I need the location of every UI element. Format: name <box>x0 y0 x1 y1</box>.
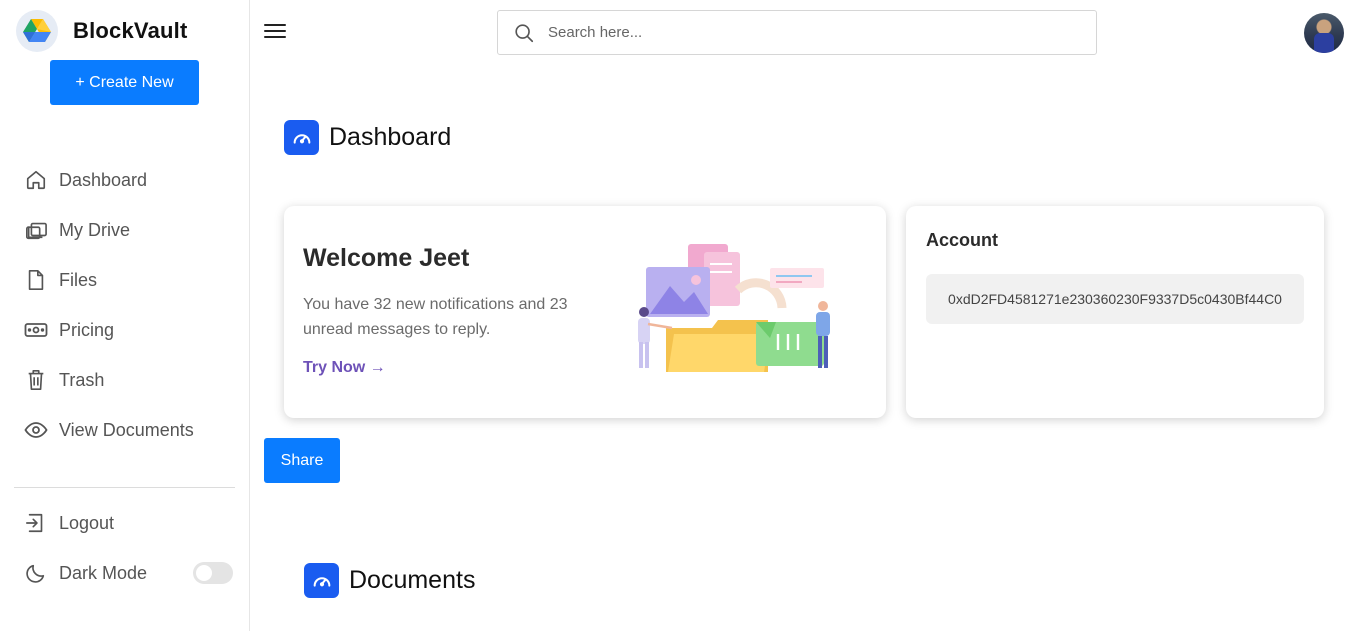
dashboard-header: Dashboard <box>284 120 451 155</box>
google-drive-logo-icon <box>16 10 58 52</box>
sidebar-item-label: Trash <box>59 369 105 390</box>
welcome-heading: Welcome Jeet <box>303 244 470 272</box>
account-card: Account 0xdD2FD4581271e230360230F9337D5c… <box>906 206 1324 418</box>
sidebar-item-pricing[interactable]: Pricing <box>0 305 249 355</box>
hamburger-menu-icon[interactable] <box>264 18 290 44</box>
sidebar-nav: Dashboard My Drive Files Pricing Trash V… <box>0 155 249 455</box>
page-title: Dashboard <box>329 123 452 151</box>
sidebar-item-trash[interactable]: Trash <box>0 355 249 405</box>
brand[interactable]: BlockVault <box>16 10 187 52</box>
documents-header: Documents <box>304 563 475 598</box>
sidebar: BlockVault + Create New Dashboard My Dri… <box>0 0 250 631</box>
moon-icon <box>24 561 48 585</box>
account-heading: Account <box>926 230 998 250</box>
sidebar-item-label: My Drive <box>59 219 130 240</box>
sidebar-item-my-drive[interactable]: My Drive <box>0 205 249 255</box>
sidebar-item-dashboard[interactable]: Dashboard <box>0 155 249 205</box>
share-button[interactable]: Share <box>264 438 340 483</box>
search-input[interactable] <box>548 24 1068 41</box>
sidebar-item-logout[interactable]: Logout <box>0 498 249 548</box>
app-name: BlockVault <box>73 18 188 43</box>
welcome-card: Welcome Jeet You have 32 new notificatio… <box>284 206 886 418</box>
speedometer-icon <box>304 563 339 598</box>
eye-icon <box>24 418 48 442</box>
logout-icon <box>24 511 48 535</box>
welcome-message: You have 32 new notifications and 23 unr… <box>303 296 568 338</box>
avatar-figure <box>1314 33 1334 53</box>
sidebar-item-label: Logout <box>59 512 115 533</box>
sidebar-item-dark-mode: Dark Mode <box>0 548 249 598</box>
create-new-button[interactable]: + Create New <box>50 60 199 105</box>
toggle-knob <box>196 565 212 581</box>
search-icon[interactable] <box>512 21 536 45</box>
drive-icon <box>24 218 48 242</box>
try-now-link[interactable]: Try Now → <box>303 359 386 377</box>
avatar[interactable] <box>1304 13 1344 53</box>
file-sharing-illustration <box>638 244 830 372</box>
sidebar-item-label: View Documents <box>59 419 194 440</box>
sidebar-bottom-nav: Logout Dark Mode <box>0 498 249 598</box>
trash-icon <box>24 368 48 392</box>
sidebar-item-label: Pricing <box>59 319 115 340</box>
dark-mode-toggle[interactable] <box>193 562 233 584</box>
sidebar-item-label: Files <box>59 269 98 290</box>
file-icon <box>24 268 48 292</box>
search-bar <box>497 10 1097 55</box>
sidebar-item-view-documents[interactable]: View Documents <box>0 405 249 455</box>
section-title: Documents <box>349 566 476 594</box>
sidebar-item-label: Dark Mode <box>59 562 148 583</box>
money-icon <box>24 318 48 342</box>
sidebar-item-label: Dashboard <box>59 169 148 190</box>
speedometer-icon <box>284 120 319 155</box>
account-address[interactable]: 0xdD2FD4581271e230360230F9337D5c0430Bf44… <box>926 274 1304 324</box>
sidebar-item-files[interactable]: Files <box>0 255 249 305</box>
home-icon <box>24 168 48 192</box>
sidebar-divider <box>14 487 235 488</box>
